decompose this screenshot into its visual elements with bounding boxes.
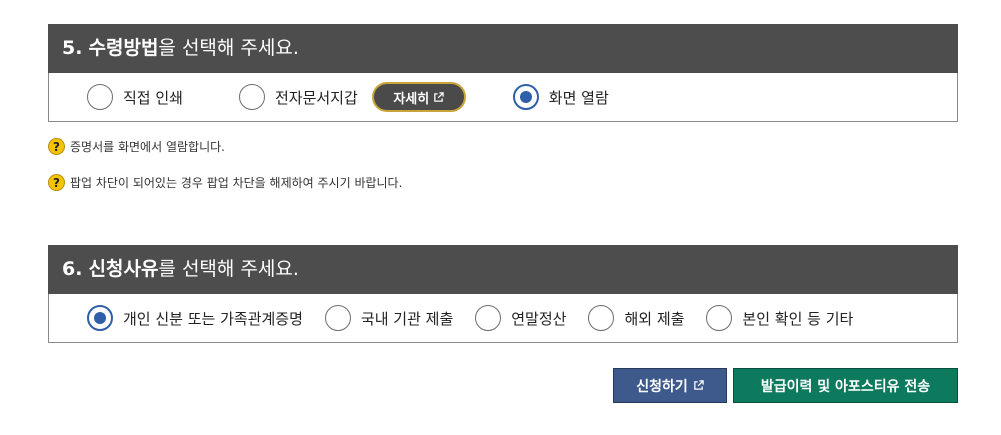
section-title-rest: 를 선택해 주세요. <box>158 258 299 280</box>
radio-button[interactable] <box>238 84 265 110</box>
radio-button[interactable] <box>706 305 733 331</box>
radio-option-other[interactable]: 본인 확인 등 기타 <box>706 305 853 331</box>
section-title-bold: 수령방법 <box>88 37 159 59</box>
external-link-icon <box>693 380 704 390</box>
detail-button-label: 자세히 <box>393 91 430 107</box>
info-note: ? 증명서를 화면에서 열람합니다. <box>48 138 225 155</box>
receive-method-options: 직접 인쇄 전자문서지갑 자세히 화면 열람 <box>48 73 958 122</box>
radio-button-checked[interactable] <box>512 84 539 110</box>
request-reason-header: 6. 신청사유를 선택해 주세요. <box>48 245 958 294</box>
radio-label: 직접 인쇄 <box>123 88 183 107</box>
section-title-bold: 신청사유 <box>88 258 159 280</box>
question-icon: ? <box>48 138 65 155</box>
radio-label: 연말정산 <box>511 309 567 328</box>
section-number: 5. <box>62 37 83 59</box>
apply-button[interactable]: 신청하기 <box>613 368 727 403</box>
radio-option-print[interactable]: 직접 인쇄 <box>87 84 183 110</box>
radio-label: 개인 신분 또는 가족관계증명 <box>123 309 303 328</box>
radio-button-checked[interactable] <box>87 305 113 331</box>
radio-button[interactable] <box>324 305 351 331</box>
radio-option-year-end[interactable]: 연말정산 <box>475 305 566 331</box>
radio-label: 화면 열람 <box>548 88 609 107</box>
radio-option-family-relation[interactable]: 개인 신분 또는 가족관계증명 <box>87 305 303 331</box>
radio-button[interactable] <box>588 305 615 331</box>
radio-option-domestic[interactable]: 국내 기관 제출 <box>324 305 454 331</box>
send-button-label: 발급이력 및 아포스티유 전송 <box>760 378 931 395</box>
radio-button[interactable] <box>87 84 113 110</box>
send-history-apostille-button[interactable]: 발급이력 및 아포스티유 전송 <box>733 368 958 403</box>
section-title-rest: 을 선택해 주세요. <box>158 37 299 59</box>
note-text: 팝업 차단이 되어있는 경우 팝업 차단을 해제하여 주시기 바랍니다. <box>70 176 403 190</box>
receive-method-section: 5. 수령방법을 선택해 주세요. 직접 인쇄 전자문서지갑 자세히 화면 열람 <box>48 24 958 122</box>
request-reason-section: 6. 신청사유를 선택해 주세요. 개인 신분 또는 가족관계증명 국내 기관 … <box>48 245 958 343</box>
detail-button[interactable]: 자세히 <box>371 82 466 112</box>
external-link-icon <box>434 91 444 102</box>
section-number: 6. <box>62 258 83 280</box>
radio-option-overseas[interactable]: 해외 제출 <box>588 305 684 331</box>
radio-option-e-wallet[interactable]: 전자문서지갑 <box>238 84 358 110</box>
note-text: 증명서를 화면에서 열람합니다. <box>70 140 225 154</box>
radio-label: 국내 기관 제출 <box>360 309 454 328</box>
radio-button[interactable] <box>475 305 502 331</box>
radio-label: 해외 제출 <box>624 309 685 328</box>
apply-button-label: 신청하기 <box>636 378 688 395</box>
receive-method-header: 5. 수령방법을 선택해 주세요. <box>48 24 958 73</box>
question-icon: ? <box>48 174 65 191</box>
info-note: ? 팝업 차단이 되어있는 경우 팝업 차단을 해제하여 주시기 바랍니다. <box>48 174 402 191</box>
radio-label: 전자문서지갑 <box>274 88 358 107</box>
radio-label: 본인 확인 등 기타 <box>742 309 854 328</box>
request-reason-options: 개인 신분 또는 가족관계증명 국내 기관 제출 연말정산 해외 제출 본인 확… <box>48 294 958 343</box>
radio-option-screen-view[interactable]: 화면 열람 <box>512 84 609 110</box>
